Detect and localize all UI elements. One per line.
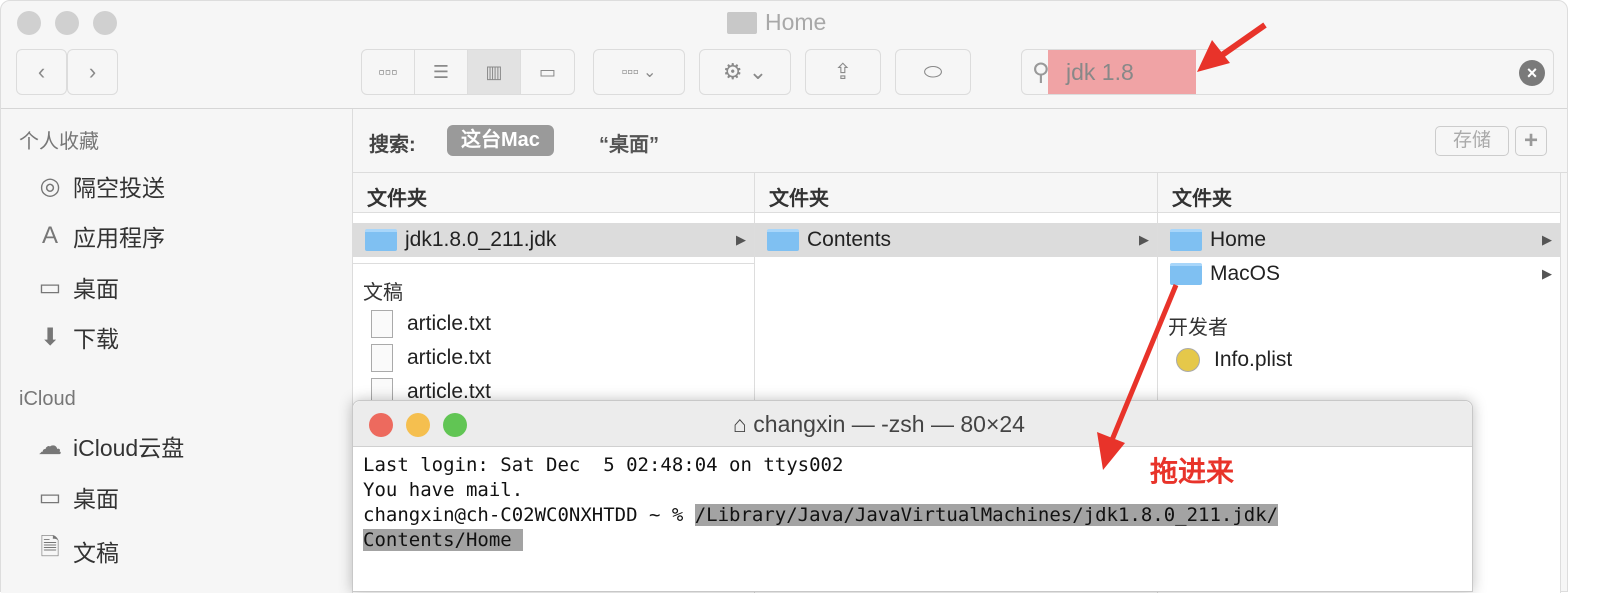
- list-item[interactable]: MacOS ▶: [1158, 257, 1560, 291]
- cloud-icon: ☁: [38, 432, 62, 460]
- zoom-button[interactable]: [443, 413, 467, 437]
- airdrop-icon: ◎: [39, 172, 61, 200]
- sidebar: 个人收藏 ◎ 隔空投送 A 应用程序 ▭ 桌面 ⬇ 下载 iCloud ☁ iCloud云…: [1, 109, 353, 593]
- icon-view-button[interactable]: ▫▫▫: [362, 50, 415, 94]
- search-input[interactable]: jdk 1.8: [1066, 59, 1134, 86]
- section-header: 开发者: [1168, 317, 1228, 339]
- terminal-titlebar: ⌂ changxin — -zsh — 80×24: [353, 401, 1472, 447]
- column-view-button[interactable]: ▥: [468, 50, 521, 94]
- folder-icon: [365, 229, 397, 251]
- sidebar-item-documents[interactable]: 🗎 文稿: [35, 530, 119, 571]
- search-field[interactable]: ⚲ jdk 1.8 ×: [1021, 49, 1554, 95]
- desktop-icon: ▭: [38, 273, 62, 301]
- sidebar-item-downloads[interactable]: ⬇ 下载: [35, 320, 119, 354]
- share-icon: ⇪: [833, 59, 853, 84]
- plist-file-icon: [1176, 348, 1200, 372]
- folder-icon: [727, 11, 757, 34]
- chevron-right-icon: ▶: [1542, 266, 1552, 281]
- applications-icon: A: [41, 222, 58, 249]
- list-item[interactable]: article.txt: [353, 307, 754, 341]
- list-item[interactable]: Home ▶: [1158, 223, 1560, 257]
- folder-icon: [1170, 229, 1202, 251]
- terminal-title: ⌂ changxin — -zsh — 80×24: [733, 411, 1025, 437]
- add-criteria-button[interactable]: +: [1515, 126, 1547, 156]
- column-header: 文件夹: [353, 173, 754, 213]
- chevron-right-icon: ▶: [736, 232, 746, 247]
- list-item[interactable]: Contents ▶: [755, 223, 1157, 257]
- favorites-header: 个人收藏: [19, 131, 99, 153]
- sidebar-item-icloud-desktop[interactable]: ▭ 桌面: [35, 480, 119, 514]
- document-icon: 🗎: [40, 534, 60, 561]
- list-item[interactable]: article.txt: [353, 341, 754, 375]
- action-button[interactable]: ⚙ ⌄: [699, 49, 791, 95]
- column-header: 文件夹: [1158, 173, 1560, 213]
- home-icon: ⌂: [733, 411, 747, 437]
- annotation-label: 拖进来: [1150, 456, 1235, 487]
- sidebar-item-airdrop[interactable]: ◎ 隔空投送: [35, 169, 165, 203]
- window-title: Home: [727, 9, 826, 36]
- dragged-path: /Library/Java/JavaVirtualMachines/jdk1.8…: [694, 504, 1279, 526]
- download-icon: ⬇: [39, 323, 61, 351]
- clear-search-button[interactable]: ×: [1519, 60, 1545, 86]
- sidebar-item-icloud-drive[interactable]: ☁ iCloud云盘: [35, 429, 184, 463]
- column-header: 文件夹: [755, 173, 1157, 213]
- desktop-icon: ▭: [38, 483, 62, 511]
- sidebar-item-applications[interactable]: A 应用程序: [35, 219, 165, 253]
- list-view-button[interactable]: ☰: [415, 50, 468, 94]
- search-scope-bar: 搜索: 这台Mac “桌面” 存储 +: [353, 109, 1567, 173]
- list-item[interactable]: jdk1.8.0_211.jdk ▶: [353, 223, 754, 257]
- view-switcher: ▫▫▫ ☰ ▥ ▭: [361, 49, 575, 95]
- terminal-window: ⌂ changxin — -zsh — 80×24 Last login: Sa…: [352, 400, 1473, 592]
- section-header: 文稿: [353, 263, 754, 307]
- share-button[interactable]: ⇪: [805, 49, 881, 95]
- dragged-path: Contents/Home: [363, 529, 524, 551]
- sidebar-item-desktop[interactable]: ▭ 桌面: [35, 270, 119, 304]
- minimize-button[interactable]: [55, 11, 79, 35]
- search-icon: ⚲: [1032, 59, 1050, 86]
- tag-button[interactable]: ⬭: [895, 49, 971, 95]
- minimize-button[interactable]: [406, 413, 430, 437]
- chevron-right-icon: ▶: [1542, 232, 1552, 247]
- text-file-icon: [371, 344, 393, 372]
- close-button[interactable]: [17, 11, 41, 35]
- scope-this-mac[interactable]: 这台Mac: [447, 125, 554, 156]
- list-item[interactable]: Info.plist: [1158, 343, 1560, 377]
- icloud-header: iCloud: [19, 388, 76, 410]
- chevron-right-icon: ▶: [1139, 232, 1149, 247]
- scope-desktop[interactable]: “桌面”: [599, 128, 659, 157]
- scope-label: 搜索:: [369, 134, 416, 156]
- back-button[interactable]: ‹: [16, 49, 67, 95]
- terminal-output[interactable]: Last login: Sat Dec 5 02:48:04 on ttys00…: [353, 447, 1472, 553]
- text-file-icon: [371, 310, 393, 338]
- save-search-button[interactable]: 存储: [1435, 126, 1509, 156]
- window-controls: [17, 11, 117, 35]
- group-button[interactable]: ▫▫▫ ⌄: [593, 49, 685, 95]
- tag-icon: ⬭: [923, 59, 943, 84]
- forward-button[interactable]: ›: [67, 49, 118, 95]
- folder-icon: [1170, 263, 1202, 285]
- zoom-button[interactable]: [93, 11, 117, 35]
- gallery-view-button[interactable]: ▭: [521, 50, 574, 94]
- close-button[interactable]: [369, 413, 393, 437]
- folder-icon: [767, 229, 799, 251]
